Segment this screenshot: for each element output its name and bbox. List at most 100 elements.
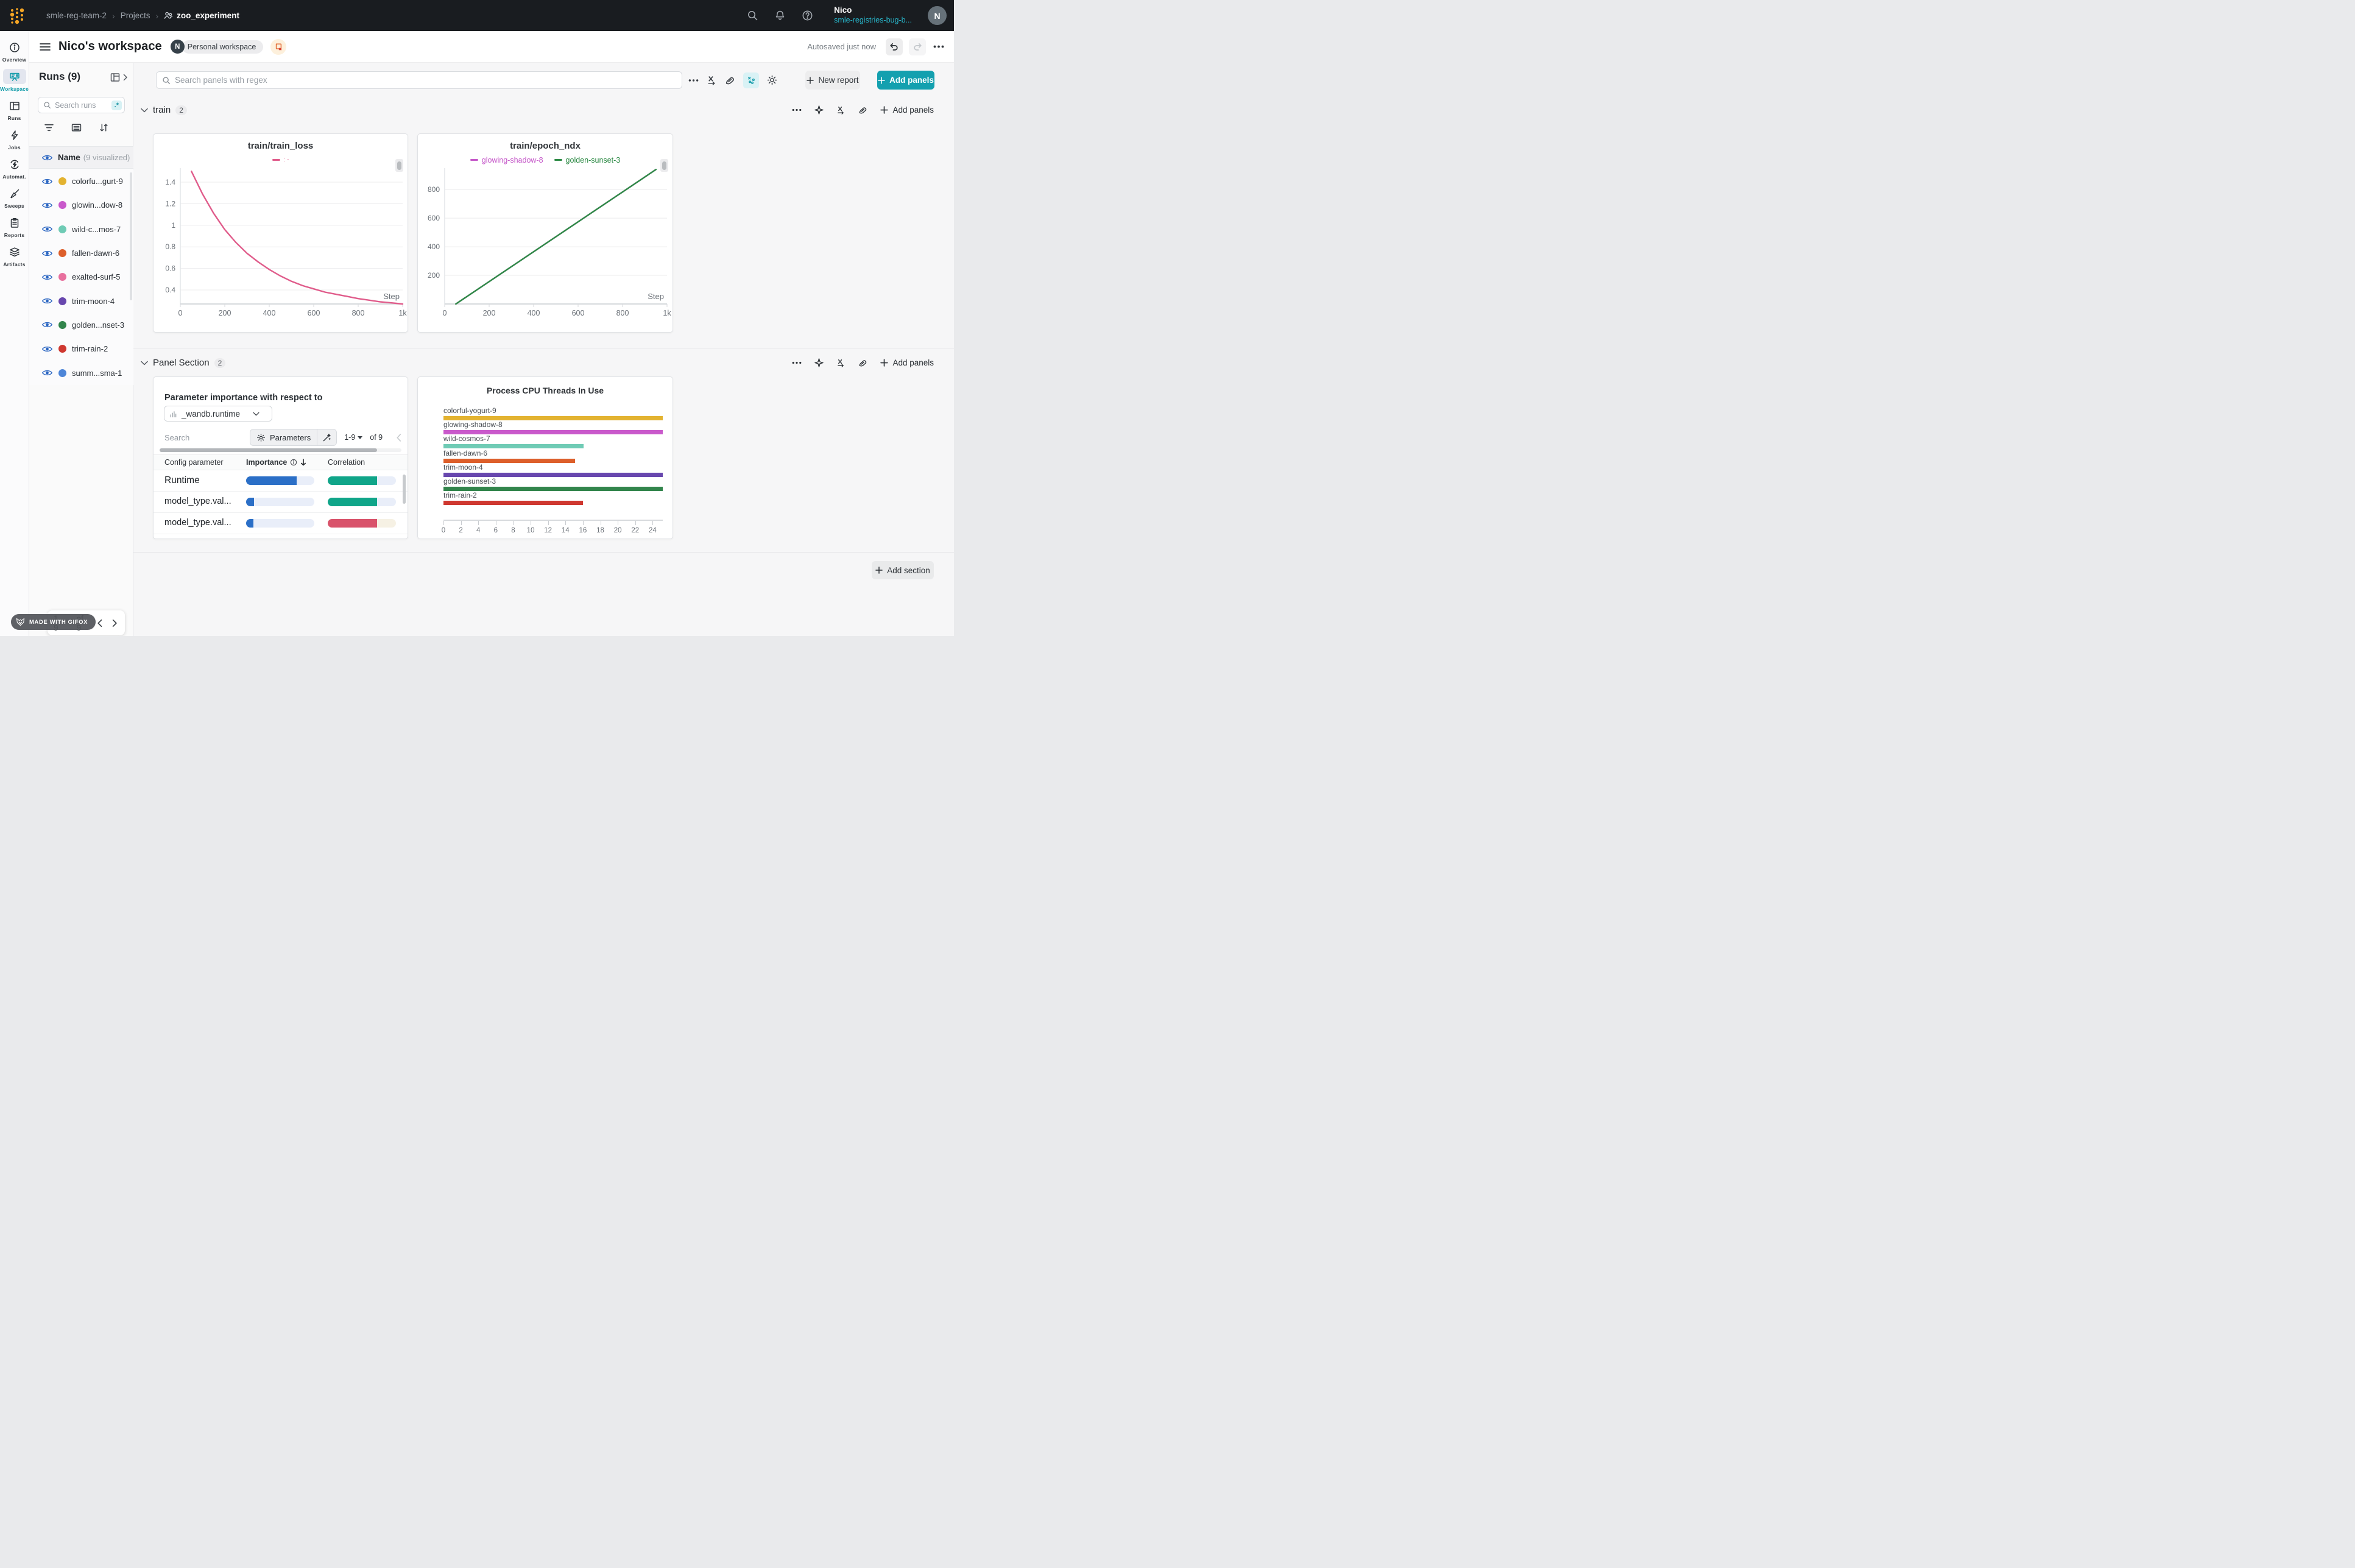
eye-icon[interactable] xyxy=(42,369,52,376)
eye-icon[interactable] xyxy=(42,297,52,305)
outliers-scatter-toggle[interactable] xyxy=(743,72,759,88)
eye-icon[interactable] xyxy=(42,225,52,233)
section-add-panels-button[interactable]: Add panels xyxy=(880,105,934,115)
section-smoothing-icon[interactable] xyxy=(858,105,867,115)
more-options-icon[interactable] xyxy=(688,79,699,82)
help-icon[interactable] xyxy=(802,10,813,21)
wandb-logo-icon[interactable] xyxy=(8,7,26,25)
section-add-panels-button[interactable]: Add panels xyxy=(880,358,934,367)
add-panels-button[interactable]: Add panels xyxy=(877,71,934,90)
runs-search-input[interactable] xyxy=(55,101,107,110)
breadcrumb-team[interactable]: smle-reg-team-2 xyxy=(46,11,107,20)
section-header-train[interactable]: train 2 xyxy=(141,105,187,115)
eye-icon[interactable] xyxy=(42,321,52,328)
panels-search-box[interactable] xyxy=(156,71,682,89)
sort-icon[interactable] xyxy=(99,122,109,133)
section-header-panel-section[interactable]: Panel Section 2 xyxy=(141,358,225,368)
smoothing-icon[interactable] xyxy=(725,75,735,85)
x-axis-settings-icon[interactable] xyxy=(707,75,717,85)
run-list-item[interactable]: trim-moon-4 xyxy=(29,289,133,313)
legend-entry[interactable]: : - xyxy=(272,157,289,163)
group-columns-icon[interactable] xyxy=(71,122,82,133)
eye-icon[interactable] xyxy=(42,178,52,185)
magic-wand-button[interactable] xyxy=(317,429,336,445)
run-list-item[interactable]: fallen-dawn-6 xyxy=(29,241,133,265)
sidebar-item-overview[interactable]: Overview xyxy=(0,40,29,63)
param-search-input[interactable] xyxy=(164,433,231,442)
run-list-item[interactable]: trim-rain-2 xyxy=(29,337,133,361)
sidebar-item-sweeps[interactable]: Sweeps xyxy=(0,186,29,209)
run-list-item[interactable]: summ...sma-1 xyxy=(29,361,133,384)
next-page-button[interactable] xyxy=(110,618,119,628)
parameters-button[interactable]: Parameters xyxy=(250,429,317,445)
collapse-sidebar-icon[interactable] xyxy=(40,43,51,51)
panel-drag-handle[interactable] xyxy=(660,159,668,172)
column-correlation[interactable]: Correlation xyxy=(328,458,365,467)
param-table-row[interactable]: model_type.val... xyxy=(154,513,408,534)
top-navigation-bar: smle-reg-team-2 › Projects › zoo_experim… xyxy=(0,0,954,31)
eye-icon[interactable] xyxy=(42,274,52,281)
chevron-down-icon[interactable] xyxy=(141,108,148,113)
redo-button[interactable] xyxy=(909,38,926,55)
user-org-link[interactable]: smle-registries-bug-b... xyxy=(834,16,912,26)
param-table-hscrollbar[interactable] xyxy=(160,448,401,452)
search-icon[interactable] xyxy=(747,10,758,21)
user-block[interactable]: Nico smle-registries-bug-b... xyxy=(834,5,912,26)
undo-button[interactable] xyxy=(886,38,903,55)
bar-category-label: glowing-shadow-8 xyxy=(443,421,663,429)
param-prev-page-button[interactable] xyxy=(396,434,401,442)
breadcrumb-section[interactable]: Projects xyxy=(121,11,150,20)
pin-section-icon[interactable] xyxy=(814,105,824,115)
workspace-more-options-icon[interactable] xyxy=(932,40,945,54)
legend-entry[interactable]: glowing-shadow-8 xyxy=(470,156,543,164)
notifications-bell-icon[interactable] xyxy=(774,10,786,21)
run-list-item[interactable]: wild-c...mos-7 xyxy=(29,217,133,241)
param-table-row[interactable]: Runtime xyxy=(154,470,408,492)
run-list-item[interactable]: colorfu...gurt-9 xyxy=(29,169,133,193)
legend-entry[interactable]: golden-sunset-3 xyxy=(554,156,621,164)
run-list-item[interactable]: golden...nset-3 xyxy=(29,313,133,337)
sidebar-item-runs[interactable]: Runs xyxy=(0,98,29,121)
runs-scrollbar[interactable] xyxy=(130,172,132,300)
filter-icon[interactable] xyxy=(44,122,54,133)
workspace-owner-badge[interactable]: N Personal workspace xyxy=(171,40,264,54)
breadcrumb-project[interactable]: zoo_experiment xyxy=(164,11,239,20)
section-x-axis-icon[interactable] xyxy=(836,105,846,115)
add-section-button[interactable]: Add section xyxy=(872,561,934,579)
panels-search-input[interactable] xyxy=(175,76,682,85)
sidebar-item-automat[interactable]: Automat. xyxy=(0,157,29,180)
eye-icon[interactable] xyxy=(42,154,52,161)
prev-page-button[interactable] xyxy=(96,618,105,628)
avatar[interactable]: N xyxy=(928,6,947,25)
param-pagination[interactable]: 1-9 of 9 xyxy=(344,433,383,442)
workspace-settings-gear-icon[interactable] xyxy=(767,75,777,85)
run-list-item[interactable]: exalted-surf-5 xyxy=(29,265,133,289)
eye-icon[interactable] xyxy=(42,345,52,353)
new-report-button[interactable]: New report xyxy=(805,71,860,90)
eye-icon[interactable] xyxy=(42,250,52,257)
run-list-item[interactable]: glowin...dow-8 xyxy=(29,193,133,217)
pin-section-icon[interactable] xyxy=(814,358,824,367)
sidebar-item-reports[interactable]: Reports xyxy=(0,215,29,238)
section-more-options-icon[interactable] xyxy=(792,108,802,111)
eye-icon[interactable] xyxy=(42,202,52,209)
column-config-parameter[interactable]: Config parameter xyxy=(164,458,224,467)
chevron-down-icon[interactable] xyxy=(141,361,148,366)
metric-dropdown[interactable]: _wandb.runtime xyxy=(164,406,272,422)
sidebar-item-jobs[interactable]: Jobs xyxy=(0,127,29,150)
sidebar-item-workspace[interactable]: Workspace xyxy=(0,69,29,92)
param-table-vscrollbar[interactable] xyxy=(403,475,406,504)
section-x-axis-icon[interactable] xyxy=(836,358,846,367)
regex-toggle[interactable]: .* xyxy=(111,101,122,110)
column-importance[interactable]: Importance xyxy=(246,458,306,467)
panel-drag-handle[interactable] xyxy=(395,159,403,172)
section-smoothing-icon[interactable] xyxy=(858,358,867,367)
importance-bar-fill xyxy=(246,476,297,485)
section-more-options-icon[interactable] xyxy=(792,361,802,364)
expand-runs-table-button[interactable] xyxy=(110,72,128,82)
clear-workspace-button[interactable] xyxy=(270,39,286,55)
sidebar-item-artifacts[interactable]: Artifacts xyxy=(0,244,29,267)
runs-search-box[interactable]: .* xyxy=(38,97,125,113)
runs-name-column-header[interactable]: Name (9 visualized) xyxy=(29,146,133,169)
param-table-row[interactable]: model_type.val... xyxy=(154,492,408,513)
